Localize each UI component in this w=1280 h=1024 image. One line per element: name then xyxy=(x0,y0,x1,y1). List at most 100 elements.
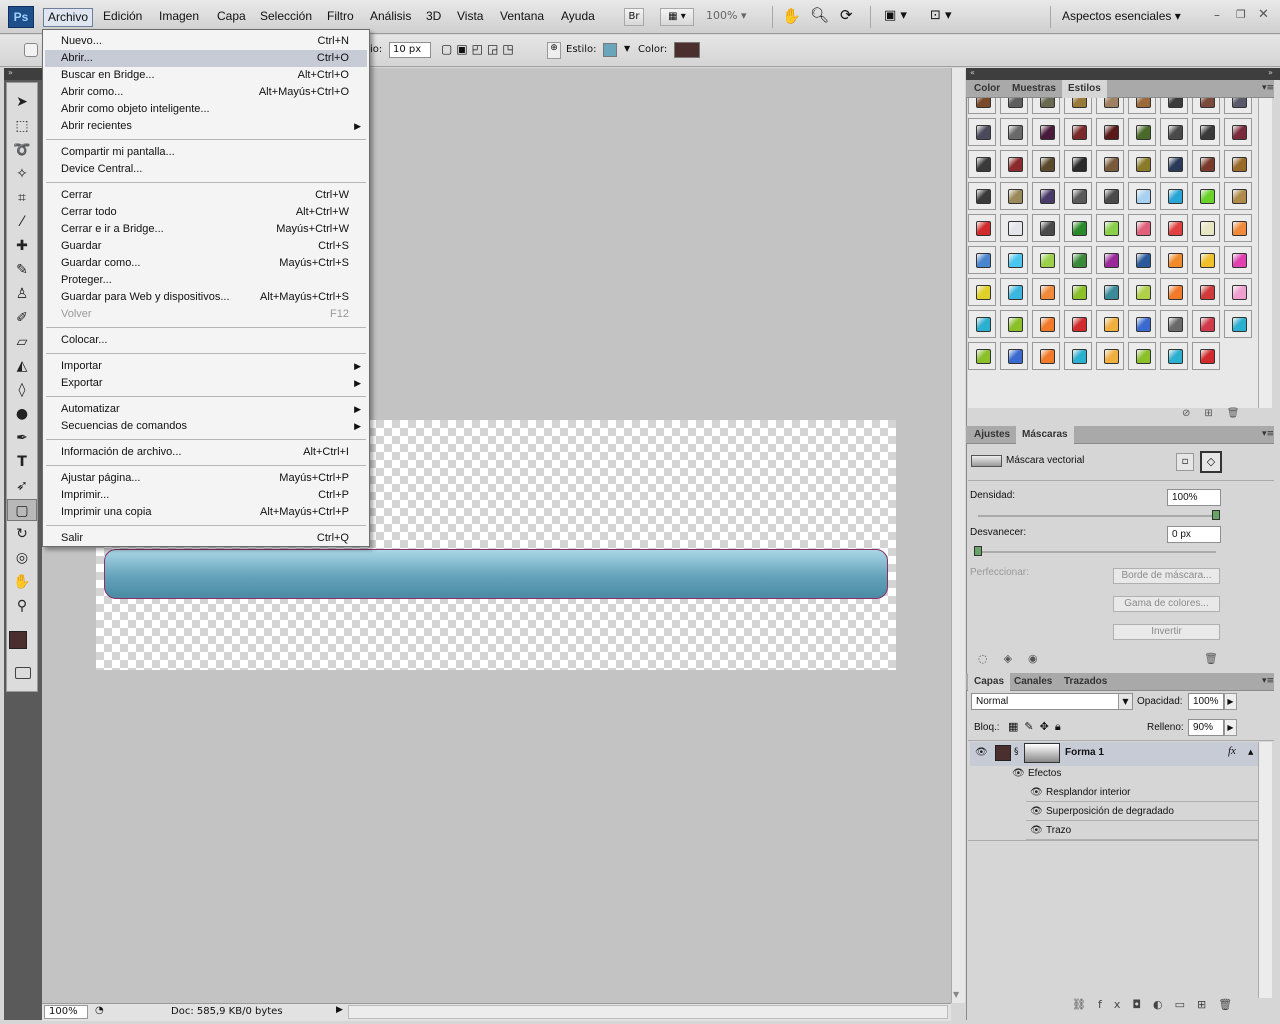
style-swatch[interactable] xyxy=(968,182,996,210)
eyedropper-tool-icon[interactable]: ⁄ xyxy=(7,211,37,233)
style-swatch[interactable] xyxy=(1128,118,1156,146)
style-swatch[interactable] xyxy=(1064,98,1092,114)
restore-icon[interactable]: ❐ xyxy=(1236,8,1246,21)
file-menu-item[interactable]: Colocar... xyxy=(45,332,367,349)
effects-eye-icon[interactable]: 👁︎ xyxy=(1012,764,1025,783)
menu-item-6[interactable]: Análisis xyxy=(366,8,415,27)
layer-name[interactable]: Forma 1 xyxy=(1065,747,1104,758)
style-swatch[interactable] xyxy=(1064,278,1092,306)
masks-footer-icons[interactable]: ◌◈◉ xyxy=(978,652,1054,665)
status-info-icon[interactable]: ◔ xyxy=(95,1005,104,1016)
move-tool-icon[interactable]: ➤ xyxy=(7,91,37,113)
eraser-tool-icon[interactable]: ▱ xyxy=(7,331,37,353)
style-dropdown-icon[interactable]: ▼ xyxy=(624,44,630,53)
style-swatch[interactable] xyxy=(1096,98,1124,114)
opacity-arrow-icon[interactable]: ▶ xyxy=(1224,693,1237,710)
pen-tool-icon[interactable]: ✒ xyxy=(7,427,37,449)
tab-color[interactable]: Color xyxy=(968,80,1006,98)
style-swatch[interactable] xyxy=(1192,246,1220,274)
hand-tool-icon[interactable]: ✋ xyxy=(7,571,37,593)
type-tool-icon[interactable]: T xyxy=(7,451,37,473)
path-selection-tool-icon[interactable]: ➶ xyxy=(7,475,37,497)
style-swatch[interactable] xyxy=(1064,310,1092,338)
file-menu-item[interactable]: Volver F12 xyxy=(45,306,367,323)
style-swatch[interactable] xyxy=(1128,214,1156,242)
horizontal-scrollbar[interactable] xyxy=(348,1005,948,1019)
style-swatch[interactable] xyxy=(1064,214,1092,242)
color-range-button[interactable]: Gama de colores... xyxy=(1113,596,1220,612)
style-swatch[interactable] xyxy=(603,43,617,57)
file-menu-item[interactable]: Buscar en Bridge... Alt+Ctrl+O xyxy=(45,67,367,84)
3d-rotate-tool-icon[interactable]: ↻ xyxy=(7,523,37,545)
style-swatch[interactable] xyxy=(1224,214,1252,242)
file-menu-item[interactable]: Proteger... xyxy=(45,272,367,289)
style-swatch[interactable] xyxy=(1032,182,1060,210)
brush-tool-icon[interactable]: ✎ xyxy=(7,259,37,281)
effect-row[interactable]: 👁︎ Trazo xyxy=(970,821,1258,840)
file-menu-item[interactable]: Abrir como objeto inteligente... xyxy=(45,101,367,118)
zoom-level[interactable]: 100% ▾ xyxy=(706,9,746,22)
menu-item-4[interactable]: Selección xyxy=(256,8,316,27)
feather-input[interactable]: 0 px xyxy=(1167,526,1221,543)
lock-icons[interactable]: ▦✎✥🔒︎ xyxy=(1008,720,1067,734)
healing-brush-tool-icon[interactable]: ✚ xyxy=(7,235,37,257)
style-swatch[interactable] xyxy=(1064,150,1092,178)
style-swatch[interactable] xyxy=(1064,182,1092,210)
blur-tool-icon[interactable]: ◊ xyxy=(7,379,37,401)
vector-mask-icon[interactable]: ◇ xyxy=(1200,451,1222,473)
rounded-rectangle-shape[interactable] xyxy=(104,549,888,599)
style-swatch[interactable] xyxy=(1032,278,1060,306)
effect-row[interactable]: 👁︎ Resplandor interior xyxy=(970,783,1258,802)
menu-item-8[interactable]: Vista xyxy=(453,8,487,27)
minimize-icon[interactable]: – xyxy=(1214,8,1220,22)
layers-scrollbar[interactable] xyxy=(1258,742,1272,998)
zoom-icon[interactable]: 🔍︎ xyxy=(810,6,829,24)
menu-item-3[interactable]: Capa xyxy=(213,8,250,27)
blend-mode-dropdown-icon[interactable]: ▼ xyxy=(1118,694,1132,709)
style-swatch[interactable] xyxy=(1000,246,1028,274)
clone-stamp-tool-icon[interactable]: ♙ xyxy=(7,283,37,305)
fill-arrow-icon[interactable]: ▶ xyxy=(1224,719,1237,736)
style-swatch[interactable] xyxy=(1096,342,1124,370)
style-swatch[interactable] xyxy=(1096,310,1124,338)
tab-mascaras[interactable]: Máscaras xyxy=(1016,426,1074,444)
style-swatch[interactable] xyxy=(968,150,996,178)
file-menu-item[interactable]: Automatizar ▶ xyxy=(45,401,367,418)
dodge-tool-icon[interactable]: ● xyxy=(7,403,37,425)
feather-slider-thumb[interactable] xyxy=(974,546,982,556)
file-menu-item[interactable]: Compartir mi pantalla... xyxy=(45,144,367,161)
layer-fx-toggle-icon[interactable]: ▲ xyxy=(1248,748,1253,756)
file-menu-item[interactable]: Secuencias de comandos ▶ xyxy=(45,418,367,435)
tab-muestras[interactable]: Muestras xyxy=(1006,80,1062,98)
effects-row[interactable]: 👁︎ Efectos xyxy=(970,764,1258,783)
menu-item-1[interactable]: Edición xyxy=(99,8,146,27)
screen-mode-icon[interactable]: ⊡ ▾ xyxy=(930,8,952,23)
crop-tool-icon[interactable]: ⌗ xyxy=(7,187,37,209)
rotate-view-icon[interactable]: ⟳ xyxy=(840,6,853,24)
style-swatch[interactable] xyxy=(1192,150,1220,178)
style-swatch[interactable] xyxy=(1192,214,1220,242)
style-swatch[interactable] xyxy=(1192,118,1220,146)
style-swatch[interactable] xyxy=(968,118,996,146)
style-swatch[interactable] xyxy=(1192,98,1220,114)
style-swatch[interactable] xyxy=(1160,246,1188,274)
3d-orbit-tool-icon[interactable]: ◎ xyxy=(7,547,37,569)
style-swatch[interactable] xyxy=(1224,150,1252,178)
style-swatch[interactable] xyxy=(1032,310,1060,338)
style-swatch[interactable] xyxy=(1096,118,1124,146)
styles-panel-menu-icon[interactable]: ▾≡ xyxy=(1262,83,1274,93)
style-swatch[interactable] xyxy=(1224,278,1252,306)
menu-item-10[interactable]: Ayuda xyxy=(557,8,599,27)
style-swatch[interactable] xyxy=(1160,98,1188,114)
style-swatch[interactable] xyxy=(1128,342,1156,370)
style-swatch[interactable] xyxy=(1000,310,1028,338)
style-swatch[interactable] xyxy=(1096,246,1124,274)
magic-wand-tool-icon[interactable]: ✧ xyxy=(7,163,37,185)
style-swatch[interactable] xyxy=(1000,214,1028,242)
effect-eye-icon[interactable]: 👁︎ xyxy=(1030,821,1043,840)
file-menu-item[interactable]: Imprimir una copia Alt+Mayús+Ctrl+P xyxy=(45,504,367,521)
file-menu-item[interactable]: Abrir como... Alt+Mayús+Ctrl+O xyxy=(45,84,367,101)
view-extras-button[interactable]: ▦ ▾ xyxy=(660,8,694,26)
menu-item-7[interactable]: 3D xyxy=(422,8,445,27)
path-operations-icons[interactable]: ▢▣◰◲◳ xyxy=(441,42,518,56)
